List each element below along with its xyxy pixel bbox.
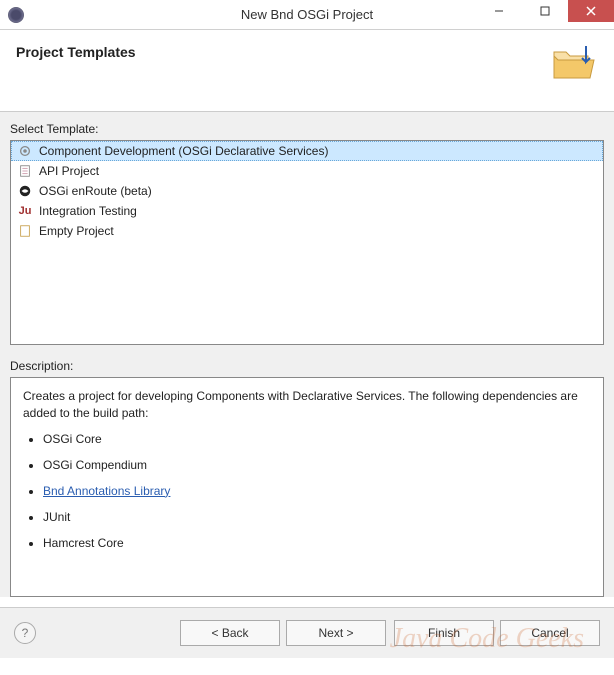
wizard-header: Project Templates [0, 30, 614, 112]
close-button[interactable] [568, 0, 614, 22]
dependency-item: OSGi Core [43, 432, 591, 446]
next-button[interactable]: Next > [286, 620, 386, 646]
description-label: Description: [10, 359, 604, 373]
enroute-icon [17, 183, 33, 199]
template-row-label: OSGi enRoute (beta) [39, 184, 152, 198]
dependency-item: Bnd Annotations Library [43, 484, 591, 498]
help-button[interactable]: ? [14, 622, 36, 644]
template-row[interactable]: API Project [11, 161, 603, 181]
template-label: Select Template: [10, 122, 604, 136]
doc-icon [17, 163, 33, 179]
folder-open-icon [550, 44, 598, 87]
template-row-label: API Project [39, 164, 99, 178]
description-intro: Creates a project for developing Compone… [23, 388, 591, 422]
template-row[interactable]: OSGi enRoute (beta) [11, 181, 603, 201]
template-row[interactable]: Ju Integration Testing [11, 201, 603, 221]
dependency-item: OSGi Compendium [43, 458, 591, 472]
maximize-button[interactable] [522, 0, 568, 22]
description-box: Creates a project for developing Compone… [10, 377, 604, 597]
dependency-list: OSGi Core OSGi Compendium Bnd Annotations … [23, 432, 591, 550]
dependency-link[interactable]: Bnd Annotations Library [43, 484, 170, 498]
cancel-button[interactable]: Cancel [500, 620, 600, 646]
page-title: Project Templates [16, 44, 136, 60]
template-row-label: Component Development (OSGi Declarative … [39, 144, 328, 158]
template-row-label: Empty Project [39, 224, 114, 238]
template-row[interactable]: Empty Project [11, 221, 603, 241]
app-icon [8, 7, 24, 23]
wizard-footer: ? < Back Next > Finish Cancel [0, 607, 614, 658]
finish-button[interactable]: Finish [394, 620, 494, 646]
empty-icon [17, 223, 33, 239]
dependency-item: Hamcrest Core [43, 536, 591, 550]
titlebar: New Bnd OSGi Project [0, 0, 614, 30]
window-controls [476, 0, 614, 22]
minimize-button[interactable] [476, 0, 522, 22]
template-row-label: Integration Testing [39, 204, 137, 218]
dependency-item: JUnit [43, 510, 591, 524]
template-row[interactable]: Component Development (OSGi Declarative … [11, 141, 603, 161]
template-list[interactable]: Component Development (OSGi Declarative … [10, 140, 604, 345]
wizard-content: Select Template: Component Development (… [0, 112, 614, 597]
back-button[interactable]: < Back [180, 620, 280, 646]
ju-icon: Ju [17, 203, 33, 219]
gear-icon [17, 143, 33, 159]
